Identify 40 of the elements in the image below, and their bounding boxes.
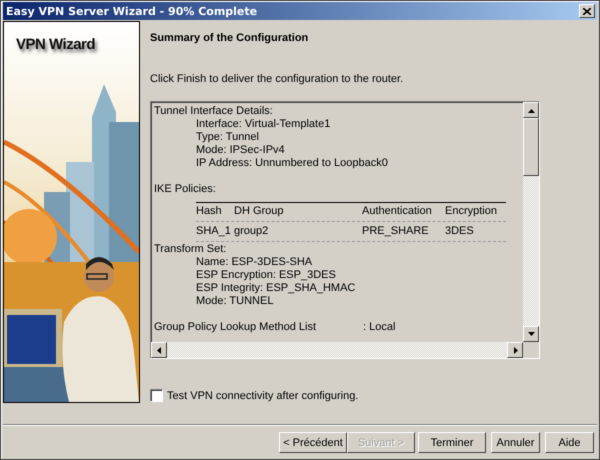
section-heading: Transform Set: bbox=[154, 243, 228, 256]
close-icon bbox=[583, 8, 591, 14]
setting-label: Group Policy Lookup Method List bbox=[154, 321, 318, 334]
vertical-scrollbar[interactable] bbox=[523, 102, 539, 342]
wizard-button[interactable]: < Précédent bbox=[279, 432, 347, 453]
column-header: DH Group bbox=[234, 205, 285, 218]
detail-line: IP Address: Unnumbered to Loopback0 bbox=[196, 157, 388, 169]
checkbox-label: Test VPN connectivity after configuring. bbox=[167, 390, 358, 402]
setting-value: : Local bbox=[363, 321, 396, 334]
window-title: Easy VPN Server Wizard - 90% Complete bbox=[6, 4, 258, 18]
wizard-button[interactable]: Terminer bbox=[418, 432, 486, 453]
scrollbar-thumb[interactable] bbox=[523, 118, 539, 176]
wizard-button[interactable]: Aide bbox=[545, 432, 594, 453]
scroll-right-arrow-icon bbox=[512, 346, 518, 354]
checkbox[interactable] bbox=[150, 389, 163, 402]
section-heading: IKE Policies: bbox=[154, 183, 217, 196]
detail-line: Mode: TUNNEL bbox=[196, 295, 274, 307]
horizontal-scrollbar[interactable] bbox=[151, 342, 523, 358]
column-header: Encryption bbox=[445, 205, 498, 218]
detail-line: Type: Tunnel bbox=[196, 131, 259, 143]
scroll-up-arrow-icon bbox=[528, 106, 534, 114]
page-heading: Summary of the Configuration bbox=[150, 32, 310, 44]
wizard-button[interactable]: Annuler bbox=[491, 432, 540, 453]
section-heading: Tunnel Interface Details: bbox=[154, 105, 274, 118]
table-cell-text: 3DES bbox=[445, 225, 475, 238]
detail-line: ESP Integrity: ESP_SHA_HMAC bbox=[196, 282, 356, 294]
table-cell-text: SHA_1 bbox=[196, 225, 232, 238]
detail-line: ESP Encryption: ESP_3DES bbox=[196, 269, 336, 281]
scroll-down-arrow-icon bbox=[528, 330, 534, 338]
column-header: Hash bbox=[196, 205, 223, 218]
column-header: Authentication bbox=[362, 205, 433, 218]
scroll-left-arrow-icon bbox=[156, 346, 162, 354]
close-button[interactable] bbox=[579, 4, 595, 18]
detail-line: Mode: IPSec-IPv4 bbox=[196, 144, 285, 156]
detail-line: Interface: Virtual-Template1 bbox=[196, 118, 330, 130]
table-cell-text: group2 bbox=[234, 225, 270, 238]
instruction-text: Click Finish to deliver the configuration to the router. bbox=[150, 73, 404, 85]
wizard-title: VPN Wizard bbox=[16, 36, 96, 53]
table-cell-text: PRE_SHARE bbox=[362, 225, 430, 238]
detail-line: Name: ESP-3DES-SHA bbox=[196, 256, 312, 268]
